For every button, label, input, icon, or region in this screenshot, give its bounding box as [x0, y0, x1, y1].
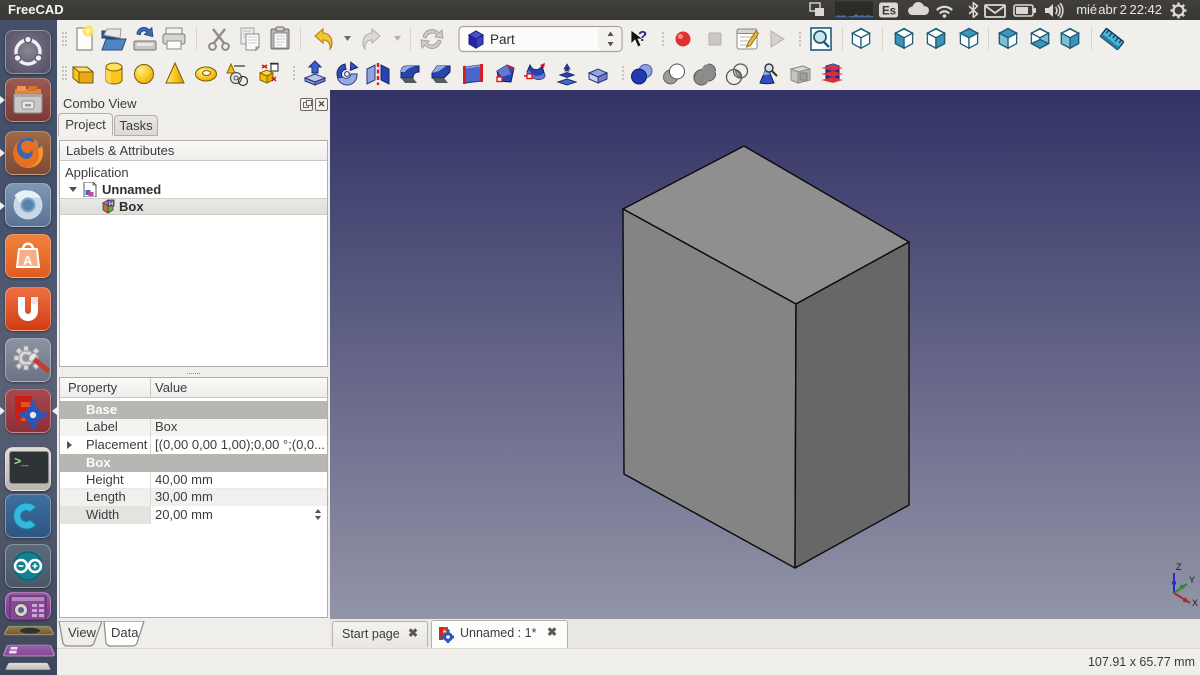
svg-text:Part: Part: [490, 32, 515, 47]
svg-text:X: X: [1192, 598, 1198, 608]
svg-text:Es: Es: [882, 6, 896, 18]
svg-text:Y: Y: [1189, 575, 1195, 585]
svg-text:?: ?: [638, 28, 647, 45]
svg-text:View: View: [68, 625, 97, 640]
svg-text:Z: Z: [1176, 562, 1182, 572]
svg-text:A: A: [23, 253, 33, 268]
svg-text:H: H: [109, 201, 113, 207]
svg-text:Data: Data: [111, 625, 139, 640]
